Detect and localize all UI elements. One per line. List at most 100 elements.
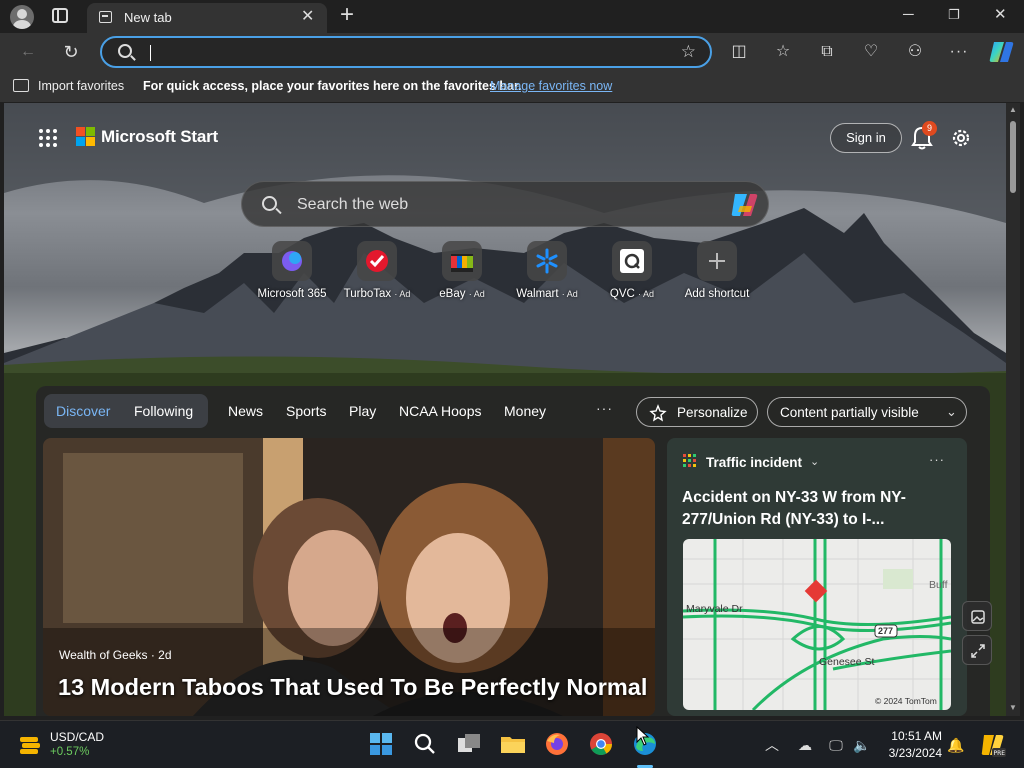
copilot-search-icon[interactable] xyxy=(730,192,760,218)
widget-change: +0.57% xyxy=(50,746,90,758)
personalize-label: Personalize xyxy=(677,405,748,420)
task-view-icon[interactable] xyxy=(454,729,484,759)
shortcut-label: eBay xyxy=(439,288,466,300)
tab-actions-icon[interactable] xyxy=(52,8,68,23)
back-icon[interactable]: ← xyxy=(17,41,39,63)
article-headline[interactable]: 13 Modern Taboos That Used To Be Perfect… xyxy=(58,674,647,701)
page-scrollbar[interactable]: ▲ ▼ xyxy=(1006,103,1020,716)
shortcut-qvc[interactable]: QVC · Ad xyxy=(587,241,677,300)
ad-label: · Ad xyxy=(638,289,655,299)
taskbar-search-icon[interactable] xyxy=(410,729,440,759)
qvc-icon xyxy=(612,241,652,281)
expand-icon[interactable] xyxy=(962,635,992,665)
page-settings-gear-icon[interactable] xyxy=(950,127,972,149)
shortcut-ebay[interactable]: eBay · Ad xyxy=(417,241,507,300)
firefox-icon[interactable] xyxy=(542,729,572,759)
personalize-button[interactable]: Personalize xyxy=(636,397,758,427)
map-label-place: Buff xyxy=(929,579,948,591)
chevron-down-icon: ⌄ xyxy=(946,404,957,419)
shortcut-label: QVC xyxy=(609,288,635,300)
file-explorer-icon[interactable] xyxy=(498,729,528,759)
traffic-map[interactable]: Maryvale Dr Genesee St 277 Buff © 2024 T… xyxy=(683,539,951,710)
new-tab-button[interactable]: + xyxy=(340,3,354,27)
windows-start-icon[interactable] xyxy=(366,729,396,759)
refresh-icon[interactable]: ↻ xyxy=(60,41,82,63)
close-window-icon[interactable]: ✕ xyxy=(994,6,1007,24)
chevron-down-icon[interactable]: ⌄ xyxy=(810,455,819,468)
ad-label: · Ad xyxy=(468,289,485,299)
incident-title[interactable]: Accident on NY-33 W from NY-277/Union Rd… xyxy=(682,487,952,531)
shortcut-microsoft-365[interactable]: Microsoft 365 xyxy=(247,241,337,300)
scroll-down-icon[interactable]: ▼ xyxy=(1009,703,1017,712)
feed-navigation: Discover Following News Sports Play NCAA… xyxy=(36,386,990,436)
copilot-preview-icon[interactable]: PRE xyxy=(980,732,1006,758)
system-clock[interactable]: 10:51 AM 3/23/2024 xyxy=(850,729,942,760)
profile-avatar-icon[interactable] xyxy=(10,5,34,29)
search-placeholder: Search the web xyxy=(297,196,409,213)
web-search-box[interactable]: Search the web xyxy=(241,181,769,227)
nav-money[interactable]: Money xyxy=(504,403,546,419)
ad-label: · Ad xyxy=(394,289,411,299)
tab-following[interactable]: Following xyxy=(134,403,193,419)
restore-icon[interactable]: ❐ xyxy=(948,6,960,24)
show-hidden-icons-chevron-icon[interactable]: ︿ xyxy=(762,735,782,755)
sign-in-button[interactable]: Sign in xyxy=(830,123,902,153)
mouse-cursor-icon xyxy=(636,726,650,746)
new-tab-page-icon xyxy=(99,11,112,23)
split-screen-icon[interactable]: ◫ xyxy=(728,41,750,63)
favorites-icon[interactable]: ☆ xyxy=(772,41,794,63)
browser-essentials-icon[interactable]: ♡ xyxy=(860,41,882,63)
apps-launcher-icon[interactable] xyxy=(38,128,58,148)
weather-widget-icon[interactable] xyxy=(16,731,44,759)
onedrive-icon[interactable]: ☁ xyxy=(795,735,815,755)
svg-text:PRE: PRE xyxy=(994,750,1006,757)
windows-taskbar: USD/CAD +0.57% ︿ ☁ 🖵 🔈 10:51 AM 3/23/202… xyxy=(0,720,1024,768)
minimize-icon[interactable]: ─ xyxy=(903,6,914,24)
nav-more-icon[interactable]: ··· xyxy=(596,400,613,416)
favorites-bar: Import favorites For quick access, place… xyxy=(0,71,1024,102)
shortcut-label: Microsoft 365 xyxy=(257,288,327,300)
copilot-icon[interactable] xyxy=(988,38,1016,66)
tab-title: New tab xyxy=(124,10,172,25)
shortcut-label: Walmart xyxy=(516,288,559,300)
settings-more-icon[interactable]: ··· xyxy=(948,41,970,63)
content-visibility-dropdown[interactable]: Content partially visible ⌄ xyxy=(767,397,967,427)
shortcut-label: Add shortcut xyxy=(684,288,750,300)
scrollbar-thumb[interactable] xyxy=(1010,121,1016,193)
extensions-icon[interactable]: ⚇ xyxy=(904,41,926,63)
display-icon[interactable]: 🖵 xyxy=(826,735,846,755)
background-image-icon[interactable] xyxy=(962,601,992,631)
import-favorites-icon xyxy=(13,79,29,92)
widget-symbol[interactable]: USD/CAD xyxy=(50,730,104,744)
manage-favorites-link[interactable]: Manage favorites now xyxy=(490,79,612,93)
import-favorites-button[interactable]: Import favorites xyxy=(38,79,124,93)
hero-article-card[interactable]: Wealth of Geeks · 2d 13 Modern Taboos Th… xyxy=(43,438,655,716)
clock-time: 10:51 AM xyxy=(891,729,942,743)
scroll-up-icon[interactable]: ▲ xyxy=(1009,105,1017,114)
close-tab-icon[interactable]: ✕ xyxy=(301,8,314,26)
new-tab-page: Microsoft Start Sign in 9 Search the web… xyxy=(4,103,1006,716)
nav-sports[interactable]: Sports xyxy=(286,403,326,419)
shortcut-turbotax[interactable]: TurboTax · Ad xyxy=(332,241,422,300)
nav-ncaa-hoops[interactable]: NCAA Hoops xyxy=(399,403,481,419)
card-more-icon[interactable]: ··· xyxy=(929,452,945,467)
notification-badge: 9 xyxy=(922,121,937,136)
shortcut-label: TurboTax xyxy=(343,288,392,300)
tab-discover[interactable]: Discover xyxy=(56,403,110,419)
address-bar[interactable]: ☆ xyxy=(100,36,712,68)
notification-center-bell-icon[interactable]: 🔔 xyxy=(946,735,966,755)
add-shortcut-button[interactable]: Add shortcut xyxy=(672,241,762,300)
traffic-incident-card[interactable]: Traffic incident ⌄ ··· Accident on NY-33… xyxy=(667,438,967,716)
favorite-star-icon[interactable]: ☆ xyxy=(681,42,696,62)
chrome-icon[interactable] xyxy=(586,729,616,759)
nav-play[interactable]: Play xyxy=(349,403,376,419)
microsoft-logo-icon xyxy=(76,127,96,147)
nav-news[interactable]: News xyxy=(228,403,263,419)
search-icon xyxy=(262,196,277,211)
shortcut-walmart[interactable]: Walmart · Ad xyxy=(502,241,592,300)
content-visibility-label: Content partially visible xyxy=(780,405,919,420)
clock-date: 3/23/2024 xyxy=(888,746,942,760)
tab-new-tab[interactable]: New tab ✕ xyxy=(87,3,327,33)
card-header[interactable]: Traffic incident xyxy=(706,455,802,470)
collections-icon[interactable]: ⧉ xyxy=(816,41,838,63)
